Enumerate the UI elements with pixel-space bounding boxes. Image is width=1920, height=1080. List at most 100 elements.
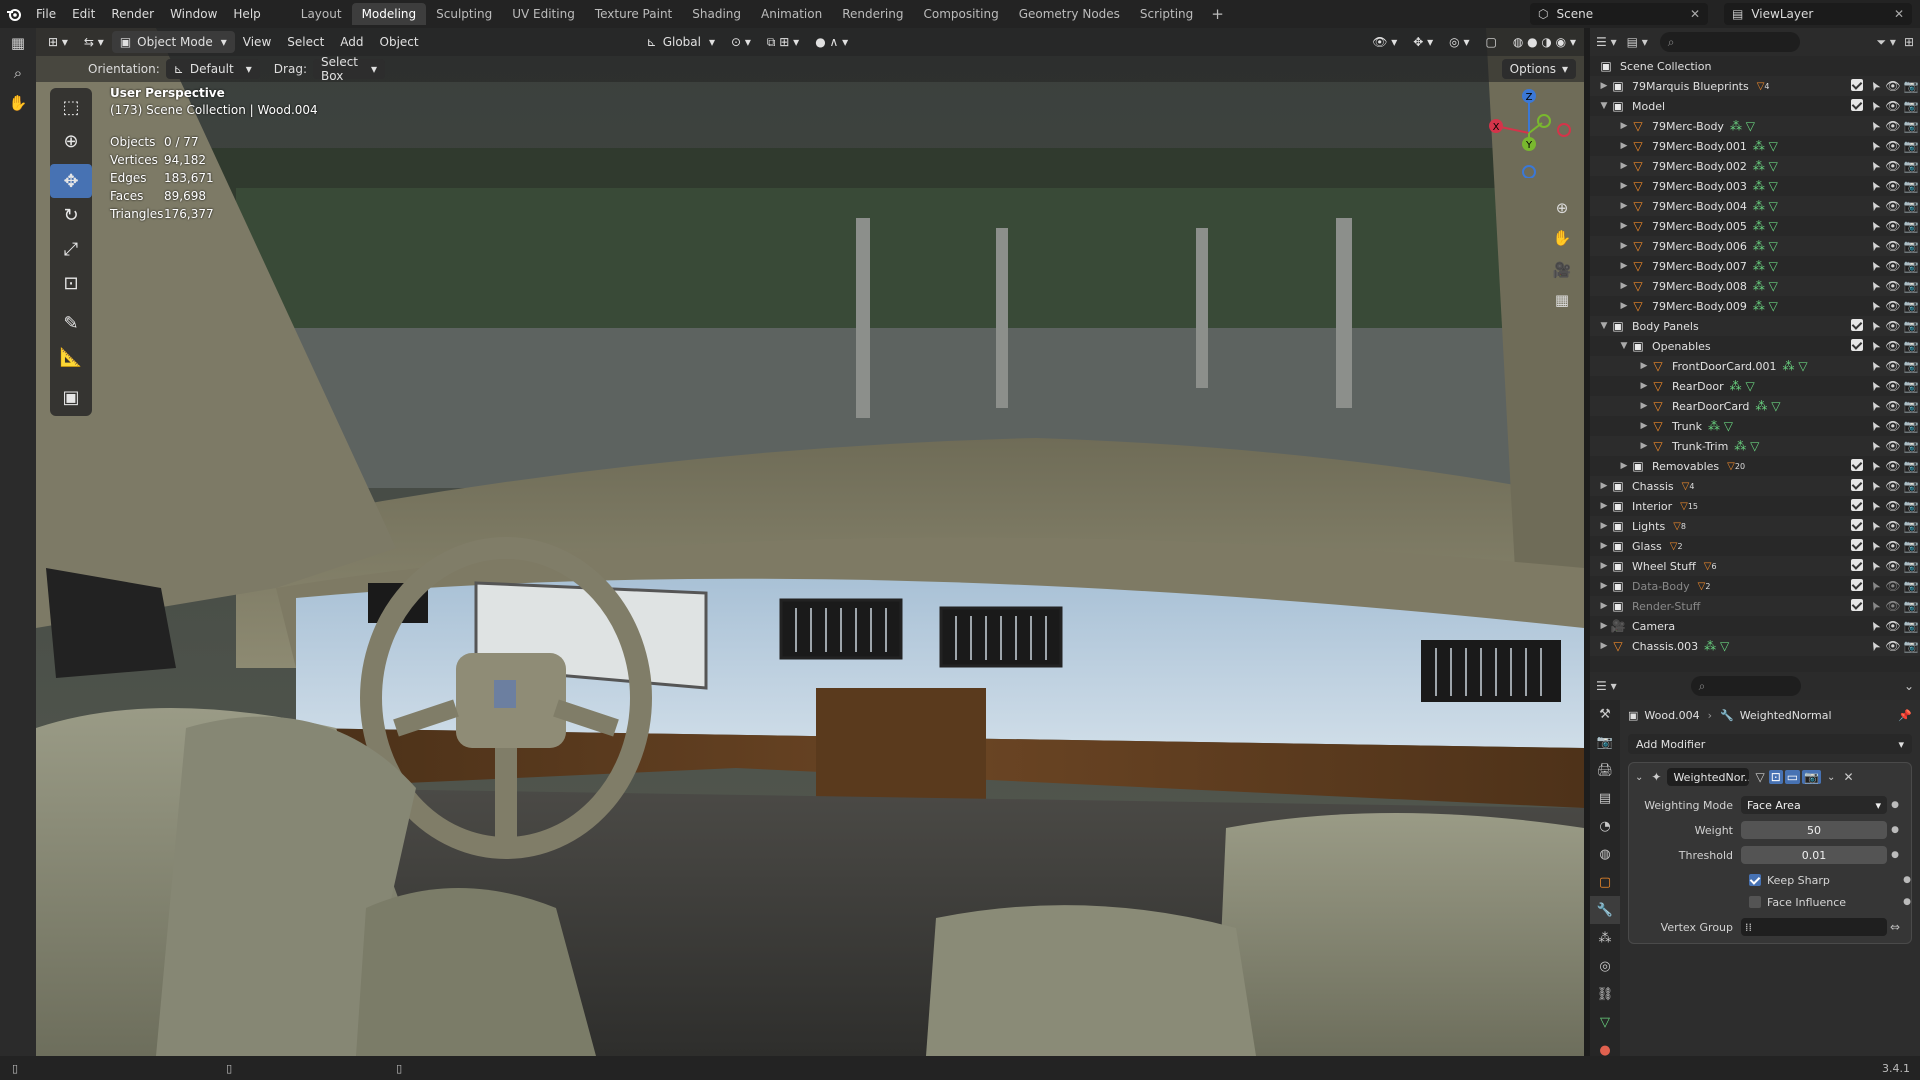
render-icon[interactable]: 📷 [1902,259,1920,273]
outliner-row[interactable]: ▶ ▽ 79Merc-Body.001 ⁂ ▽ ➤ 👁 📷 [1590,136,1920,156]
eye-icon[interactable]: 👁 [1884,599,1902,613]
eye-icon[interactable]: 👁 [1884,159,1902,173]
options-dropdown[interactable]: Options ▾ [1501,59,1576,79]
outliner-row[interactable]: ▼ ▣ Openables ➤ 👁 📷 [1590,336,1920,356]
selectable-icon[interactable]: ➤ [1864,155,1885,178]
close-icon[interactable]: ✕ [1843,770,1853,784]
render-tab-icon[interactable]: 📷 [1590,728,1620,756]
expanded-arrow-icon[interactable]: ▼ [1598,321,1610,331]
exclude-checkbox[interactable] [1848,458,1866,474]
render-icon[interactable]: 📷 [1902,619,1920,633]
snap-icon[interactable]: ⧉ ⊞ ▾ [759,31,807,53]
outliner-root[interactable]: ▣ Scene Collection [1590,56,1920,76]
render-icon[interactable]: 📷 [1902,279,1920,293]
zoom-icon[interactable]: ⌕ [0,58,36,88]
outliner-row[interactable]: ▶ ▽ 79Merc-Body.002 ⁂ ▽ ➤ 👁 📷 [1590,156,1920,176]
render-icon[interactable]: 📷 [1902,139,1920,153]
shading-modes-icon[interactable]: ◍ ● ◑ ◉ ▾ [1505,31,1584,53]
gizmo-neg-x[interactable] [1557,123,1571,137]
collapsed-arrow-icon[interactable]: ▶ [1598,541,1610,551]
eye-icon[interactable]: 👁 [1884,139,1902,153]
render-icon[interactable]: 📷 [1902,219,1920,233]
selectable-icon[interactable]: ➤ [1864,635,1885,658]
eye-icon[interactable]: 👁 [1884,459,1902,473]
exclude-checkbox[interactable] [1848,538,1866,554]
tab-layout[interactable]: Layout [291,3,352,25]
selectable-icon[interactable]: ➤ [1864,75,1885,98]
eye-icon[interactable]: 👁 [1884,219,1902,233]
exclude-checkbox[interactable] [1848,98,1866,114]
eye-icon[interactable]: 👁 [1884,359,1902,373]
render-icon[interactable]: 📷 [1902,419,1920,433]
outliner-row[interactable]: ▶ ▽ 79Merc-Body.006 ⁂ ▽ ➤ 👁 📷 [1590,236,1920,256]
transform-orientation[interactable]: ⊾ Global ▾ [639,31,723,53]
render-icon[interactable]: 📷 [1902,579,1920,593]
collapsed-arrow-icon[interactable]: ▶ [1618,141,1630,151]
weight-field[interactable]: 50 [1741,821,1887,839]
weighting-mode-dropdown[interactable]: Face Area ▾ [1741,796,1887,814]
collapsed-arrow-icon[interactable]: ▶ [1598,81,1610,91]
collapsed-arrow-icon[interactable]: ▶ [1618,261,1630,271]
chevron-down-icon[interactable]: ⌄ [1904,679,1914,693]
add-modifier-button[interactable]: Add Modifier ▾ [1628,734,1912,754]
world-tab-icon[interactable]: ◍ [1590,840,1620,868]
eye-icon[interactable]: 👁 [1884,199,1902,213]
drag-dropdown[interactable]: Select Box ▾ [312,55,385,83]
expanded-arrow-icon[interactable]: ▼ [1618,341,1630,351]
data-tab-icon[interactable]: ▽ [1590,1008,1620,1036]
eye-icon[interactable]: 👁 [1884,179,1902,193]
tab-shading[interactable]: Shading [682,3,751,25]
exclude-checkbox[interactable] [1848,598,1866,614]
close-icon[interactable]: ✕ [1690,7,1700,21]
eye-icon[interactable]: 👁 [1884,639,1902,653]
render-icon[interactable]: 📷 [1902,399,1920,413]
perspective-toggle-icon[interactable]: ▦ [1550,288,1574,312]
outliner-search-input[interactable]: ⌕ [1659,32,1800,52]
outliner-row[interactable]: ▶ ▽ 79Merc-Body.008 ⁂ ▽ ➤ 👁 📷 [1590,276,1920,296]
exclude-checkbox[interactable] [1848,318,1866,334]
tab-modeling[interactable]: Modeling [351,3,427,25]
outliner[interactable]: ▣ Scene Collection ▶ ▣ 79Marquis Blueprint… [1590,56,1920,672]
transform-icon[interactable]: ⊡ [50,266,92,300]
collapsed-arrow-icon[interactable]: ▶ [1638,381,1650,391]
selectable-icon[interactable]: ➤ [1864,495,1885,518]
expanded-arrow-icon[interactable]: ▼ [1598,101,1610,111]
scale-icon[interactable]: ⤢ [50,232,92,266]
eye-icon[interactable]: 👁 [1884,499,1902,513]
eye-icon[interactable]: 👁 [1884,619,1902,633]
render-icon[interactable]: 📷 [1902,319,1920,333]
add-workspace-icon[interactable]: + [1203,5,1232,23]
exclude-checkbox[interactable] [1848,498,1866,514]
collapsed-arrow-icon[interactable]: ▶ [1618,281,1630,291]
render-icon[interactable]: 📷 [1902,99,1920,113]
proportional-edit-icon[interactable]: ● ∧ ▾ [807,31,856,53]
outliner-row[interactable]: ▶ ▣ Lights ▽8 ➤ 👁 📷 [1590,516,1920,536]
outliner-row[interactable]: ▶ ▣ Wheel Stuff ▽6 ➤ 👁 📷 [1590,556,1920,576]
eye-icon[interactable]: 👁 [1884,279,1902,293]
object-tab-icon[interactable]: ▢ [1590,868,1620,896]
pan-hand-icon[interactable]: ✋ [1550,226,1574,250]
eye-icon[interactable]: 👁 [1884,299,1902,313]
editor-type-icon[interactable]: ☰ ▾ [1596,35,1617,49]
outliner-row[interactable]: ▶ ▣ Data-Body ▽2 ➤ 👁 📷 [1590,576,1920,596]
outliner-row[interactable]: ▶ ▽ Trunk-Trim ⁂ ▽ ➤ 👁 📷 [1590,436,1920,456]
keyframe-dot-icon[interactable]: ● [1887,800,1903,810]
render-icon[interactable]: 📷 [1902,379,1920,393]
pin-icon[interactable]: 📌 [1898,709,1912,722]
collapsed-arrow-icon[interactable]: ▶ [1618,241,1630,251]
eye-icon[interactable]: 👁 [1884,539,1902,553]
xray-icon[interactable]: ▢ [1477,31,1504,53]
chevron-down-icon[interactable]: ⌄ [1827,772,1835,783]
collapsed-arrow-icon[interactable]: ▶ [1618,121,1630,131]
eye-icon[interactable]: 👁 [1884,439,1902,453]
render-icon[interactable]: 📷 [1902,239,1920,253]
outliner-row[interactable]: ▶ ▽ RearDoor ⁂ ▽ ➤ 👁 📷 [1590,376,1920,396]
render-icon[interactable]: 📷 [1902,499,1920,513]
modifier-name-field[interactable]: WeightedNor... [1667,768,1750,786]
outliner-row[interactable]: ▶ ▣ Glass ▽2 ➤ 👁 📷 [1590,536,1920,556]
eye-icon[interactable]: 👁 [1884,319,1902,333]
render-icon[interactable]: 📷 [1902,479,1920,493]
render-icon[interactable]: 📷 [1902,599,1920,613]
scene-tab-icon[interactable]: ◔ [1590,812,1620,840]
selectable-icon[interactable]: ➤ [1864,235,1885,258]
